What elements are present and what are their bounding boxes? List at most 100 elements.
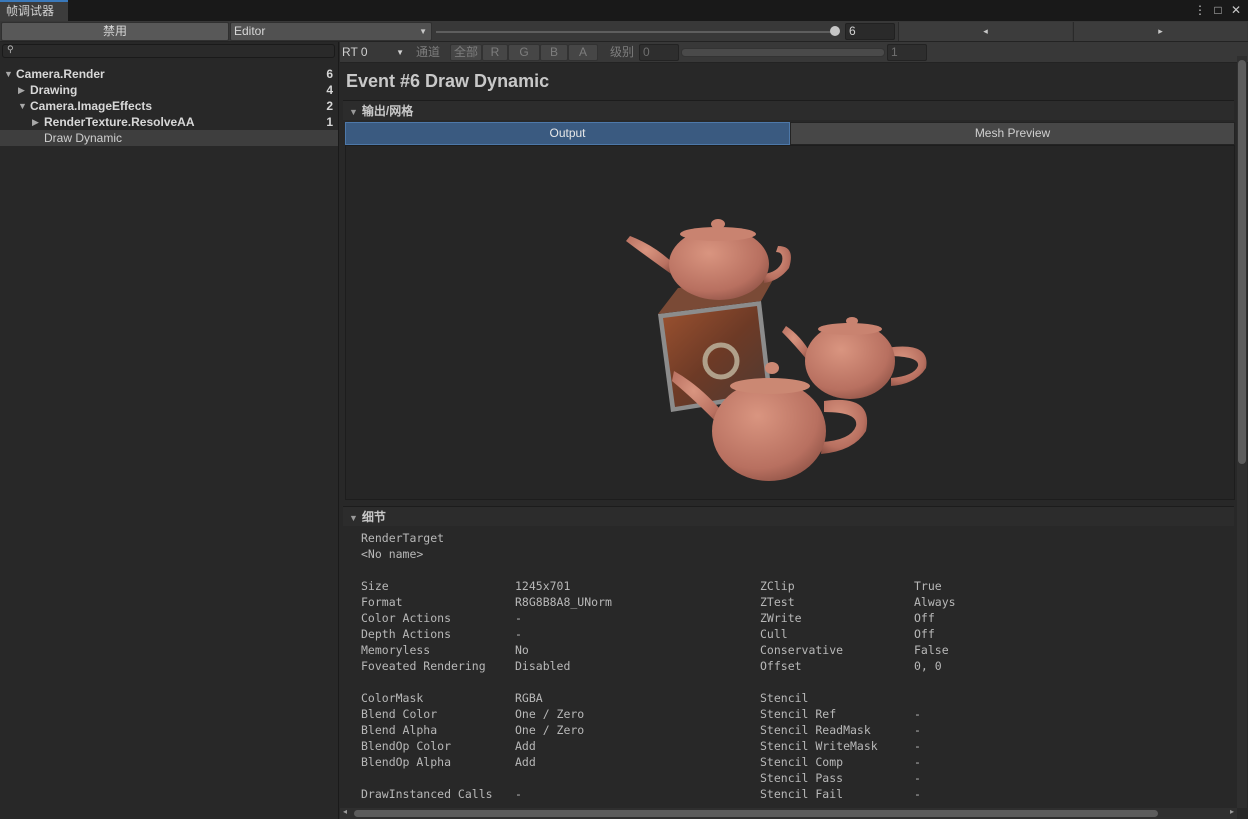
- tree-item-resolve-aa[interactable]: ▶ RenderTexture.ResolveAA 1: [0, 114, 338, 130]
- next-event-button[interactable]: ▸: [1073, 22, 1247, 41]
- target-dropdown[interactable]: Editor ▼: [230, 22, 432, 41]
- event-tree: ▼ Camera.Render 6 ▶ Drawing 4 ▼ Camera.I…: [0, 66, 338, 146]
- channels-label: 通道: [416, 45, 441, 59]
- channel-a-button[interactable]: A: [568, 44, 598, 61]
- render-target-label: RT 0: [342, 45, 368, 59]
- tree-item-draw-dynamic[interactable]: Draw Dynamic: [0, 130, 338, 146]
- event-slider-thumb[interactable]: [830, 26, 840, 36]
- property-key: Memoryless: [361, 643, 431, 657]
- collapsed-arrow-icon[interactable]: ▶: [18, 82, 25, 98]
- tree-item-label: Camera.Render: [16, 67, 105, 81]
- more-menu-icon[interactable]: ⋮: [1194, 2, 1206, 18]
- tab-mesh-preview[interactable]: Mesh Preview: [790, 122, 1235, 145]
- property-key: Stencil Fail: [760, 787, 844, 801]
- property-value: -: [914, 723, 921, 737]
- expanded-arrow-icon[interactable]: ▼: [4, 66, 13, 82]
- property-value: -: [515, 627, 522, 641]
- collapsed-arrow-icon[interactable]: ▶: [32, 114, 39, 130]
- property-key: Stencil WriteMask: [760, 739, 878, 753]
- previous-event-button[interactable]: ◂: [898, 22, 1072, 41]
- horizontal-scrollbar[interactable]: ◂ ▸: [340, 807, 1237, 819]
- render-target-label: RenderTarget: [361, 531, 445, 545]
- property-value: Always: [914, 595, 956, 609]
- maximize-icon[interactable]: □: [1212, 2, 1224, 18]
- property-value: No: [515, 643, 529, 657]
- property-key: Stencil: [760, 691, 809, 705]
- level-max-field[interactable]: 1: [887, 44, 927, 61]
- render-target-name: <No name>: [361, 547, 424, 561]
- disable-button[interactable]: 禁用: [1, 22, 229, 41]
- channel-all-button[interactable]: 全部: [450, 44, 482, 61]
- property-key: Color Actions: [361, 611, 452, 625]
- expanded-arrow-icon[interactable]: ▼: [18, 98, 27, 114]
- property-key: BlendOp Color: [361, 739, 452, 753]
- channel-b-button[interactable]: B: [540, 44, 568, 61]
- window-tab[interactable]: 帧调试器: [0, 0, 68, 21]
- property-key: Depth Actions: [361, 627, 452, 641]
- property-value: R8G8B8A8_UNorm: [515, 595, 612, 609]
- property-key: Size: [361, 579, 389, 593]
- property-key: ZClip: [760, 579, 795, 593]
- property-key: Format: [361, 595, 403, 609]
- event-details-panel: RT 0 ▼ 通道 全部 R G B A 级别 0 1 Event #6 Dra…: [340, 42, 1248, 819]
- property-key: Cull: [760, 627, 788, 641]
- level-slider[interactable]: [681, 48, 885, 57]
- property-value: -: [914, 739, 921, 753]
- target-dropdown-label: Editor: [234, 24, 266, 38]
- details-section-label: 细节: [361, 510, 386, 524]
- event-hierarchy-panel: ⚲ ▼ Camera.Render 6 ▶ Drawing 4 ▼ Camera…: [0, 42, 339, 819]
- title-bar: 帧调试器 ⋮ □ ✕: [0, 0, 1248, 21]
- property-key: ColorMask: [361, 691, 424, 705]
- channel-g-button[interactable]: G: [508, 44, 540, 61]
- property-value: True: [914, 579, 942, 593]
- tree-item-drawing[interactable]: ▶ Drawing 4: [0, 82, 338, 98]
- close-icon[interactable]: ✕: [1230, 2, 1242, 18]
- level-min-field[interactable]: 0: [639, 44, 679, 61]
- vertical-scrollbar[interactable]: [1237, 56, 1247, 808]
- channel-r-button[interactable]: R: [482, 44, 508, 61]
- property-value: -: [914, 755, 921, 769]
- tree-item-count: 4: [326, 83, 333, 97]
- render-target-dropdown[interactable]: RT 0 ▼: [340, 43, 408, 62]
- property-key: ZTest: [760, 595, 795, 609]
- scroll-left-icon[interactable]: ◂: [343, 807, 347, 816]
- event-slider-track[interactable]: [436, 31, 839, 33]
- vertical-scroll-thumb[interactable]: [1238, 60, 1246, 464]
- tree-item-label: Drawing: [30, 83, 78, 97]
- property-key: Stencil ReadMask: [760, 723, 871, 737]
- property-key: Conservative: [760, 643, 844, 657]
- tree-item-label: Draw Dynamic: [44, 131, 123, 145]
- output-section-header[interactable]: ▼ 输出/网格: [343, 100, 1234, 120]
- property-key: Stencil Pass: [760, 771, 844, 785]
- chevron-down-icon: ▼: [396, 48, 404, 57]
- scroll-right-icon[interactable]: ▸: [1230, 807, 1234, 816]
- expanded-arrow-icon: ▼: [349, 107, 358, 117]
- details-section-header[interactable]: ▼ 细节: [343, 506, 1234, 526]
- property-key: ZWrite: [760, 611, 802, 625]
- event-number-field[interactable]: 6: [845, 23, 895, 40]
- tree-item-camera-image-effects[interactable]: ▼ Camera.ImageEffects 2: [0, 98, 338, 114]
- property-key: Stencil Comp: [760, 755, 844, 769]
- tree-item-count: 1: [326, 115, 333, 129]
- tree-item-label: RenderTexture.ResolveAA: [44, 115, 195, 129]
- tree-item-camera-render[interactable]: ▼ Camera.Render 6: [0, 66, 338, 82]
- property-key: Blend Color: [361, 707, 438, 721]
- horizontal-scroll-thumb[interactable]: [354, 810, 1158, 817]
- property-key: DrawInstanced Calls: [361, 787, 493, 801]
- property-value: One / Zero: [515, 723, 585, 737]
- property-value: Off: [914, 627, 935, 641]
- output-section-label: 输出/网格: [361, 104, 414, 118]
- property-value: Disabled: [515, 659, 571, 673]
- tab-output[interactable]: Output: [345, 122, 790, 145]
- property-key: Offset: [760, 659, 802, 673]
- search-field[interactable]: ⚲: [2, 44, 335, 58]
- teapot-scene: [626, 219, 927, 481]
- tree-item-label: Camera.ImageEffects: [30, 99, 153, 113]
- chevron-left-icon: ◂: [983, 26, 988, 36]
- output-preview: [345, 145, 1235, 500]
- tree-item-count: 2: [326, 99, 333, 113]
- property-key: Blend Alpha: [361, 723, 438, 737]
- tree-item-count: 6: [326, 67, 333, 81]
- property-key: Foveated Rendering: [361, 659, 486, 673]
- property-value: False: [914, 643, 949, 657]
